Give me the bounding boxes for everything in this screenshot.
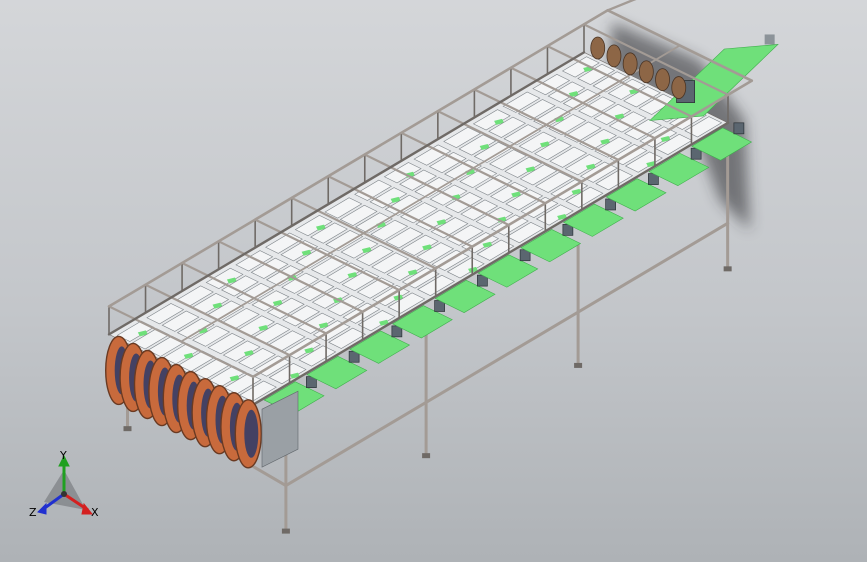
leg-foot	[574, 362, 583, 368]
discharge-wheel	[606, 44, 622, 68]
discharge-wheel	[622, 52, 638, 76]
sorting-conveyor-machine[interactable]	[104, 0, 779, 534]
discharge-wheel	[655, 68, 670, 92]
end-plate	[261, 390, 299, 468]
belt-motor	[733, 122, 745, 135]
discharge-wheel	[638, 60, 654, 84]
axis-x-label: X	[91, 506, 99, 519]
feed-guard-core	[244, 409, 259, 458]
overhead-extension	[606, 0, 637, 12]
exit-gearbox	[764, 34, 775, 45]
axis-z-label: Z	[29, 506, 37, 519]
coordinate-triad-icon: Y X Z	[29, 449, 99, 519]
axis-y-label: Y	[59, 449, 67, 462]
discharge-wheel	[671, 76, 687, 99]
discharge-wheel	[590, 36, 606, 60]
leg-foot	[123, 426, 132, 432]
conveyor-model[interactable]: Y X Z	[0, 0, 867, 562]
leg-foot	[422, 453, 431, 459]
cad-viewport[interactable]: Y X Z	[0, 0, 867, 562]
leg-foot	[723, 266, 732, 272]
leg-foot	[281, 528, 290, 534]
